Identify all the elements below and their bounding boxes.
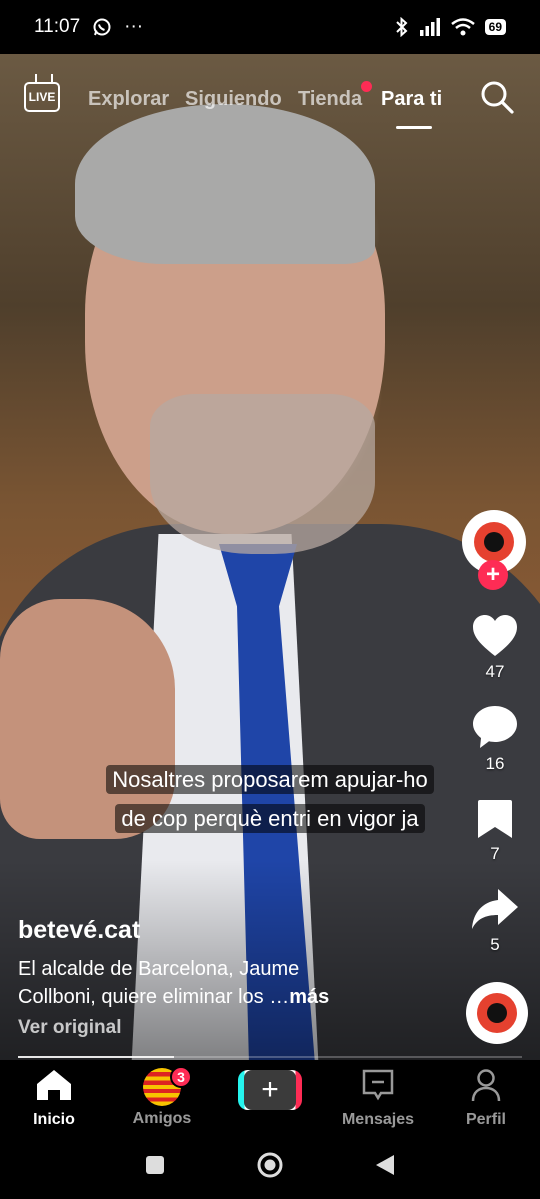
- tab-tienda[interactable]: Tienda: [298, 88, 362, 111]
- see-original-link[interactable]: Ver original: [18, 1017, 448, 1039]
- nav-label-amigos: Amigos: [132, 1110, 192, 1127]
- more-link[interactable]: más: [289, 986, 329, 1008]
- active-tab-indicator: [396, 126, 432, 129]
- share-count: 5: [490, 935, 500, 954]
- follow-plus-icon[interactable]: +: [478, 560, 508, 590]
- nav-label-mensajes: Mensajes: [341, 1111, 415, 1128]
- tienda-notification-dot: [361, 81, 372, 92]
- nav-perfil[interactable]: Perfil: [436, 1068, 536, 1129]
- nav-amigos[interactable]: 3 Amigos: [112, 1066, 212, 1128]
- whatsapp-icon: [93, 18, 111, 36]
- status-more: ···: [124, 16, 144, 37]
- top-nav: LIVE Explorar Siguiendo Tienda Para ti: [0, 76, 540, 129]
- system-nav: [0, 1134, 540, 1199]
- wifi-icon: [450, 18, 475, 36]
- tab-explorar[interactable]: Explorar: [88, 88, 169, 111]
- home-icon: [37, 1070, 71, 1100]
- video-beard: [150, 394, 375, 554]
- description[interactable]: El alcalde de Barcelona, Jaume Collboni,…: [18, 955, 448, 1011]
- battery-indicator: 69: [484, 19, 506, 35]
- comment-button[interactable]: 16: [460, 704, 530, 774]
- live-icon[interactable]: LIVE: [24, 82, 60, 112]
- bluetooth-icon: [395, 17, 408, 37]
- status-time: 11:07: [34, 16, 81, 37]
- video-hand: [0, 599, 175, 839]
- video-progress-fill: [18, 1056, 175, 1058]
- nav-label-inicio: Inicio: [33, 1111, 75, 1128]
- video-player[interactable]: [0, 54, 540, 1060]
- subtitle-line-2: de cop perquè entri en vigor ja: [0, 804, 540, 833]
- save-count: 7: [490, 844, 500, 863]
- create-button[interactable]: +: [238, 1070, 302, 1110]
- description-line-2: Collboni, quiere eliminar los …: [18, 986, 290, 1008]
- caption: betevé.cat El alcalde de Barcelona, Jaum…: [18, 916, 448, 1039]
- subtitle-line-1: Nosaltres proposarem apujar-ho: [0, 765, 540, 794]
- inbox-icon: [362, 1069, 394, 1101]
- tab-para-ti[interactable]: Para ti: [381, 88, 442, 111]
- status-bar: 11:07 ··· 69: [0, 0, 540, 54]
- tab-siguiendo[interactable]: Siguiendo: [185, 88, 282, 111]
- plus-icon: +: [244, 1070, 296, 1110]
- music-disc[interactable]: [466, 982, 528, 1044]
- nav-mensajes[interactable]: Mensajes: [328, 1068, 428, 1129]
- signal-icon: [419, 18, 440, 36]
- bottom-nav: Inicio 3 Amigos + Mensajes Perfil: [0, 1060, 540, 1134]
- friends-badge: 3: [170, 1066, 192, 1088]
- video-hair: [75, 104, 375, 264]
- heart-icon: [473, 615, 517, 656]
- description-line-1: El alcalde de Barcelona, Jaume: [18, 958, 300, 980]
- home-circle-icon[interactable]: [256, 1151, 284, 1179]
- comment-icon: [473, 706, 517, 748]
- recents-icon[interactable]: [144, 1154, 166, 1176]
- video-progress-bar[interactable]: [18, 1056, 522, 1058]
- back-icon[interactable]: [374, 1153, 396, 1177]
- share-button[interactable]: 5: [460, 887, 530, 955]
- nav-inicio[interactable]: Inicio: [4, 1068, 104, 1129]
- like-count: 47: [485, 662, 505, 681]
- like-button[interactable]: 47: [460, 614, 530, 682]
- profile-icon: [471, 1069, 501, 1102]
- search-icon[interactable]: [480, 80, 514, 114]
- author-name[interactable]: betevé.cat: [18, 916, 448, 945]
- live-label: LIVE: [28, 90, 56, 104]
- nav-label-perfil: Perfil: [465, 1111, 506, 1128]
- share-icon: [472, 889, 518, 929]
